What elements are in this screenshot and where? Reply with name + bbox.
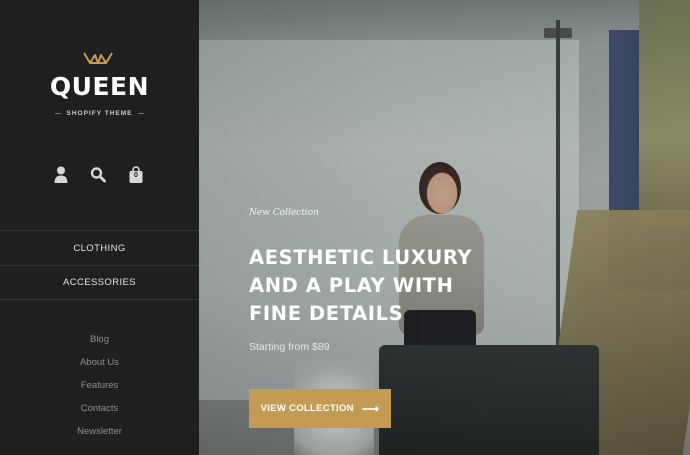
hero-text: New Collection AESTHETIC LUXURY AND A PL…	[249, 208, 519, 353]
user-icon[interactable]	[53, 165, 69, 185]
brand-logo[interactable]: QUEEN	[0, 72, 199, 101]
hero-headline-line-1: AESTHETIC LUXURY	[249, 246, 473, 269]
hero-headline-line-2: AND A PLAY WITH	[249, 274, 454, 297]
crown-logo-icon	[83, 52, 113, 64]
nav-link-features[interactable]: Features	[0, 379, 199, 402]
hero-headline-line-3: FINE DETAILS	[249, 302, 404, 325]
nav-link-about-us[interactable]: About Us	[0, 356, 199, 379]
hero-price: Starting from $89	[249, 341, 330, 353]
nav-item-accessories[interactable]: ACCESSORIES	[0, 265, 199, 300]
hero-banner: New Collection AESTHETIC LUXURY AND A PL…	[199, 0, 690, 455]
hero-kicker: New Collection	[249, 208, 319, 218]
nav-link-newsletter[interactable]: Newsletter	[0, 425, 199, 448]
view-collection-label: VIEW COLLECTION	[260, 403, 354, 414]
search-icon[interactable]	[90, 165, 106, 185]
brand-tagline-text: SHOPIFY THEME	[66, 110, 133, 117]
hero-headline: AESTHETIC LUXURY AND A PLAY WITH FINE DE…	[249, 244, 519, 328]
main-nav: CLOTHING ACCESSORIES	[0, 230, 199, 300]
brand-tagline: SHOPIFY THEME	[0, 110, 199, 117]
nav-item-clothing[interactable]: CLOTHING	[0, 230, 199, 265]
nav-link-blog[interactable]: Blog	[0, 333, 199, 356]
nav-link-contacts[interactable]: Contacts	[0, 402, 199, 425]
secondary-nav: Blog About Us Features Contacts Newslett…	[0, 333, 199, 448]
arrow-right-icon: ⟶	[361, 401, 380, 416]
sidebar: QUEEN SHOPIFY THEME 0 CLOTHING ACCESSORI…	[0, 0, 199, 455]
cart-count: 0	[134, 172, 138, 179]
view-collection-button[interactable]: VIEW COLLECTION ⟶	[249, 389, 391, 428]
header-icons: 0	[0, 165, 199, 187]
